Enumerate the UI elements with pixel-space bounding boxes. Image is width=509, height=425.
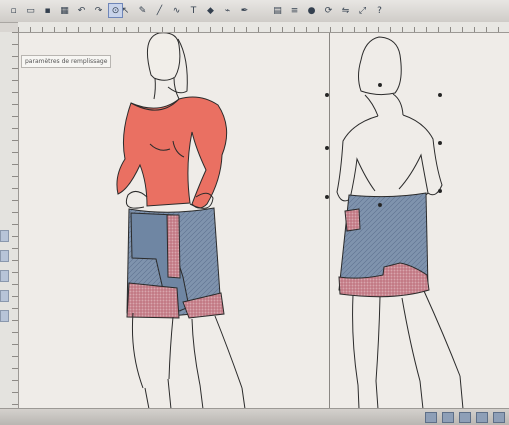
side-tab-3[interactable] (0, 270, 9, 282)
drawing-canvas[interactable]: paramètres de remplissage (19, 33, 509, 409)
side-tab-4[interactable] (0, 290, 9, 302)
help-icon[interactable]: ? (372, 3, 387, 18)
undo-icon[interactable]: ↶ (74, 3, 89, 18)
redo-icon[interactable]: ↷ (91, 3, 106, 18)
view-icon[interactable] (476, 412, 488, 423)
eyedropper-icon[interactable]: ⌁ (220, 3, 235, 18)
status-bar (0, 408, 509, 425)
vertical-ruler (0, 32, 19, 425)
curve-icon[interactable]: ∿ (169, 3, 184, 18)
text-icon[interactable]: T (186, 3, 201, 18)
pen-icon[interactable]: ✒ (237, 3, 252, 18)
side-tab-1[interactable] (0, 230, 9, 242)
side-panel-tabs (0, 230, 9, 330)
layer-toggle-icon[interactable] (493, 412, 505, 423)
side-tab-5[interactable] (0, 310, 9, 322)
layers-icon[interactable]: ≡ (287, 3, 302, 18)
color-icon[interactable]: ● (304, 3, 319, 18)
grid-toggle-icon[interactable] (442, 412, 454, 423)
save-icon[interactable]: ▪ (40, 3, 55, 18)
line-icon[interactable]: ╱ (152, 3, 167, 18)
back-view-figure (325, 36, 464, 409)
zoom-fit-icon[interactable] (459, 412, 471, 423)
mirror-icon[interactable]: ⇋ (338, 3, 353, 18)
new-file-icon[interactable]: ▫ (6, 3, 21, 18)
pencil-icon[interactable]: ✎ (135, 3, 150, 18)
main-toolbar: ▫ ▭ ▪ ▦ ↶ ↷ ⊙ ↖ ✎ ╱ ∿ T ◆ ⌁ ✒ ▤ ≡ ● ⟳ ⇋ … (0, 0, 509, 23)
print-icon[interactable]: ▦ (57, 3, 72, 18)
snap-icon[interactable] (425, 412, 437, 423)
side-tab-2[interactable] (0, 250, 9, 262)
rotate-icon[interactable]: ⟳ (321, 3, 336, 18)
scale-icon[interactable]: ⤢ (355, 3, 370, 18)
pointer-icon[interactable]: ↖ (118, 3, 133, 18)
open-icon[interactable]: ▭ (23, 3, 38, 18)
horizontal-ruler (18, 22, 509, 33)
grid-icon[interactable]: ▤ (270, 3, 285, 18)
front-view-figure (116, 33, 246, 409)
fashion-sketch (116, 33, 464, 409)
fill-icon[interactable]: ◆ (203, 3, 218, 18)
